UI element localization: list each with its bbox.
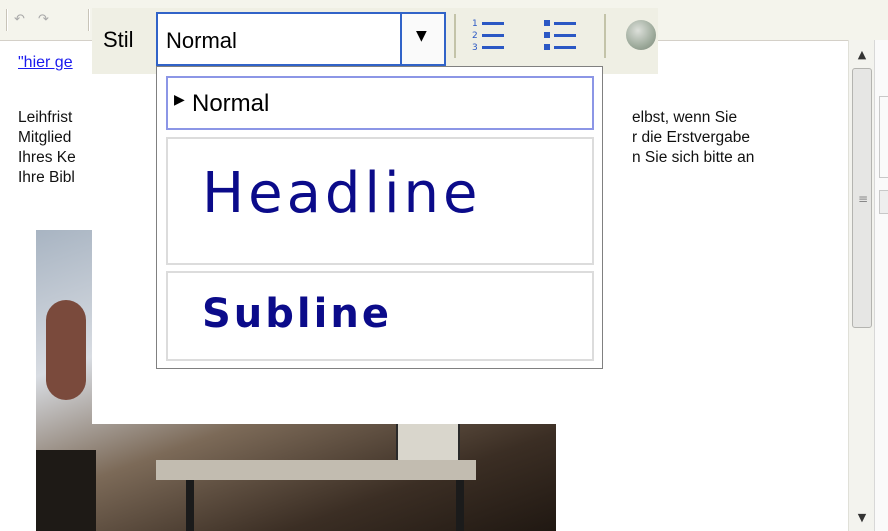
style-option-label: Subline [202,291,392,337]
text-line: r die Erstvergabe [632,129,751,146]
text-line: elbst, wenn Sie [632,109,738,126]
vertical-scrollbar[interactable]: ▲ ≡ ▼ [848,40,875,531]
adjacent-panel-edge [874,40,888,531]
document-link[interactable]: "hier ge [18,54,92,72]
selected-arrow-icon: ▶ [174,92,185,108]
scrollbar-thumb[interactable]: ≡ [852,68,872,328]
globe-link-icon[interactable] [626,20,656,50]
numbered-list-icon[interactable]: 123 [472,18,506,54]
document-text-left: Leihfrist Mitglied Ihres Ke Ihre Bibl [18,108,92,188]
style-dropdown-list: ▶ Normal Headline Subline [156,66,603,369]
style-option-label: Headline [202,161,482,226]
style-select[interactable]: Normal ▼ [156,12,446,66]
style-option-label: Normal [192,90,270,117]
bullet-list-icon[interactable] [544,18,578,54]
grip-icon: ≡ [857,192,869,206]
text-line: Mitglied [18,129,72,146]
redo-icon[interactable]: ↷ [38,13,52,27]
toolbar-separator [6,9,8,31]
style-option-normal[interactable]: ▶ Normal [166,76,594,130]
toolbar-separator [454,14,456,58]
style-select-value: Normal [166,28,237,53]
text-line: Leihfrist [18,109,73,126]
style-option-subline[interactable]: Subline [166,271,594,361]
chevron-down-icon: ▼ [416,28,427,44]
undo-redo-group: ↶ ↷ [14,12,52,28]
scroll-down-arrow-icon[interactable]: ▼ [849,505,875,531]
toolbar-separator [88,9,90,31]
text-line: n Sie sich bitte an [632,149,755,166]
document-text-right: elbst, wenn Sie r die Erstvergabe n Sie … [632,108,842,168]
text-line: Ihres Ke [18,149,76,166]
style-option-headline[interactable]: Headline [166,137,594,265]
text-line: Ihre Bibl [18,169,75,186]
toolbar-separator [604,14,606,58]
style-toolbar: Stil Normal ▼ 123 [92,8,658,74]
style-label: Stil [103,27,134,52]
scroll-up-arrow-icon[interactable]: ▲ [849,42,875,68]
undo-icon[interactable]: ↶ [14,13,28,27]
style-select-dropdown-button[interactable]: ▼ [400,14,444,64]
